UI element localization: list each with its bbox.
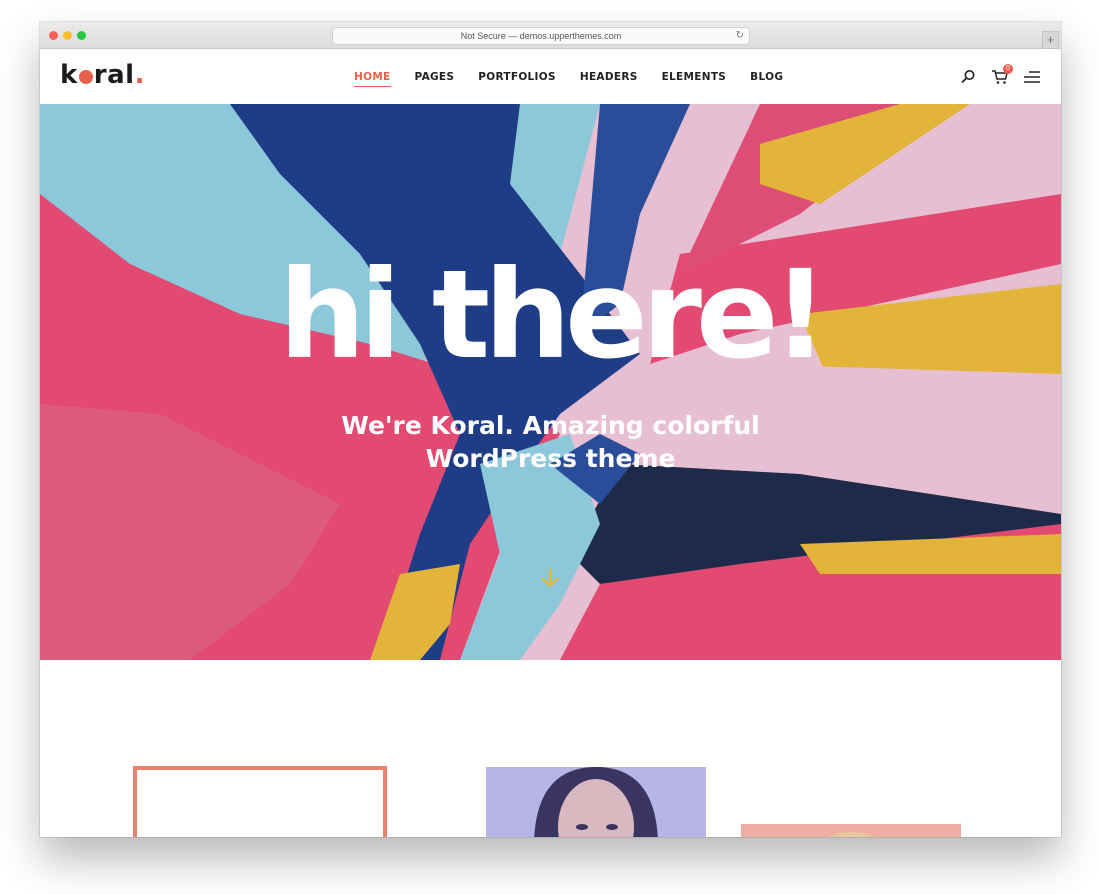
- nav-item-blog[interactable]: BLOG: [750, 71, 783, 87]
- url-text: Not Secure — demos.upperthemes.com: [460, 31, 622, 41]
- hero-title: hi there!: [278, 244, 829, 386]
- search-icon[interactable]: [959, 68, 977, 86]
- address-bar[interactable]: Not Secure — demos.upperthemes.com ↻: [332, 27, 750, 45]
- logo-text-start: k: [60, 60, 78, 90]
- logo-text-end: ral: [93, 60, 135, 90]
- zoom-window-button[interactable]: [77, 31, 86, 40]
- site-header: k ral. HOME PAGES PORTFOLIOS HEADERS ELEM…: [40, 50, 1061, 104]
- hero-subtitle: We're Koral. Amazing colorful WordPress …: [40, 409, 1061, 475]
- reload-icon[interactable]: ↻: [736, 28, 744, 44]
- header-icons: 0: [959, 64, 1041, 86]
- hero-subtitle-line-2: WordPress theme: [425, 444, 676, 473]
- cart-icon[interactable]: 0: [991, 64, 1013, 86]
- nav-item-headers[interactable]: HEADERS: [580, 71, 638, 87]
- cart-count-badge: 0: [1003, 64, 1013, 74]
- content-section: [40, 660, 1061, 837]
- hero-section: hi there! We're Koral. Amazing colorful …: [40, 104, 1061, 660]
- team-photo-2: [741, 824, 961, 837]
- team-photo-1: [486, 767, 706, 837]
- menu-icon[interactable]: [1023, 68, 1041, 86]
- minimize-window-button[interactable]: [63, 31, 72, 40]
- decorative-frame: [133, 766, 387, 837]
- nav-item-elements[interactable]: ELEMENTS: [662, 71, 727, 87]
- browser-titlebar: Not Secure — demos.upperthemes.com ↻ +: [40, 22, 1061, 49]
- browser-window: Not Secure — demos.upperthemes.com ↻ + k…: [40, 22, 1061, 837]
- arrow-down-icon[interactable]: [538, 566, 562, 595]
- nav-item-pages[interactable]: PAGES: [415, 71, 455, 87]
- hero-subtitle-line-1: We're Koral. Amazing colorful: [341, 411, 760, 440]
- site-logo[interactable]: k ral.: [60, 60, 145, 90]
- new-tab-button[interactable]: +: [1042, 31, 1059, 49]
- close-window-button[interactable]: [49, 31, 58, 40]
- logo-o-mark: [78, 70, 93, 84]
- nav-item-portfolios[interactable]: PORTFOLIOS: [478, 71, 556, 87]
- nav-item-home[interactable]: HOME: [354, 71, 391, 87]
- main-nav: HOME PAGES PORTFOLIOS HEADERS ELEMENTS B…: [354, 71, 807, 87]
- logo-dot: .: [134, 60, 145, 90]
